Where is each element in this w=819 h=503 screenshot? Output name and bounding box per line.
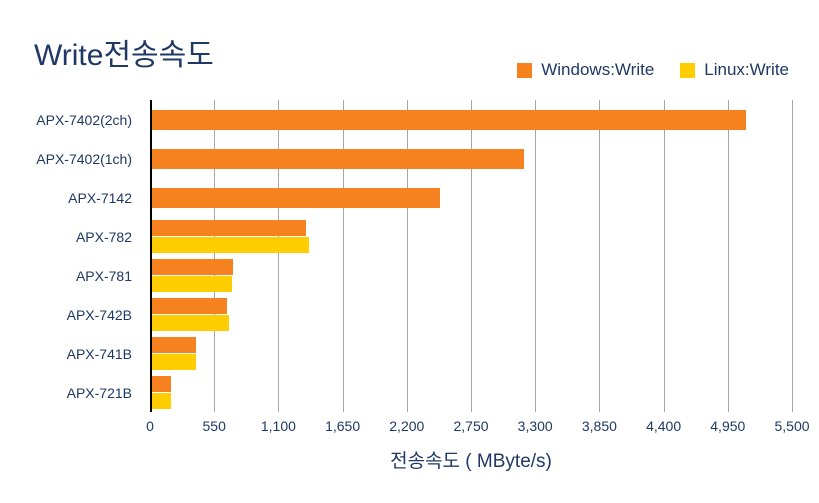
bar-windows[interactable] <box>150 337 196 353</box>
bar-windows[interactable] <box>150 259 233 275</box>
legend-label-linux-write: Linux:Write <box>704 60 789 79</box>
plot-area <box>150 100 793 412</box>
y-axis-category-label: APX-721B <box>66 384 132 401</box>
y-axis-category-label: APX-7402(2ch) <box>36 111 132 128</box>
chart-title: Write전송속도 <box>34 39 214 72</box>
y-axis-category-labels: APX-7402(2ch) APX-7402(1ch) APX-7142 APX-78… <box>0 100 142 412</box>
bar-linux[interactable] <box>150 276 232 292</box>
legend-item-linux-write[interactable]: Linux:Write <box>680 60 789 80</box>
bar-windows[interactable] <box>150 187 441 208</box>
x-tick-label: 1,100 <box>260 418 296 434</box>
x-tick-label: 550 <box>202 418 226 434</box>
bar-windows[interactable] <box>150 148 524 169</box>
legend-swatch-linux-icon <box>680 62 696 78</box>
chart-legend: Windows:Write Linux:Write <box>517 60 789 80</box>
x-tick-label: 2,750 <box>453 418 489 434</box>
x-tick-label: 4,950 <box>710 418 746 434</box>
bar-linux[interactable] <box>150 315 230 331</box>
y-axis-category-label: APX-741B <box>66 345 132 362</box>
x-tick-label: 1,650 <box>325 418 361 434</box>
bar-windows[interactable] <box>150 109 746 130</box>
y-axis-category-label: APX-781 <box>75 267 132 284</box>
legend-swatch-windows-icon <box>517 62 533 78</box>
x-tick-label: 4,400 <box>646 418 682 434</box>
gridline <box>792 100 793 412</box>
x-tick-label: 2,200 <box>389 418 425 434</box>
x-tick-label: 3,850 <box>581 418 617 434</box>
bar-windows[interactable] <box>150 376 171 392</box>
bar-linux[interactable] <box>150 237 310 253</box>
legend-label-windows-write: Windows:Write <box>541 60 655 79</box>
legend-item-windows-write[interactable]: Windows:Write <box>517 60 654 80</box>
x-tick-label: 3,300 <box>517 418 553 434</box>
y-axis-category-label: APX-7142 <box>68 189 132 206</box>
y-axis-line <box>150 100 152 412</box>
bar-linux[interactable] <box>150 393 171 409</box>
bars-layer <box>150 100 792 412</box>
bar-windows[interactable] <box>150 298 228 314</box>
bar-linux[interactable] <box>150 354 197 370</box>
chart-container: Write전송속도 Windows:Write Linux:Write APX-… <box>0 0 819 503</box>
x-tick-label: 0 <box>146 418 154 434</box>
x-axis-tick-labels: 0 550 1,100 1,650 2,200 2,750 3,300 3,850 4,400 4… <box>146 418 809 440</box>
x-tick-label: 5,500 <box>774 418 810 434</box>
y-axis-category-label: APX-782 <box>75 228 132 245</box>
y-axis-category-label: APX-742B <box>66 306 132 323</box>
y-axis-category-label: APX-7402(1ch) <box>36 150 132 167</box>
x-axis-title: 전송속도 ( MByte/s) <box>390 451 552 472</box>
bar-windows[interactable] <box>150 220 306 236</box>
